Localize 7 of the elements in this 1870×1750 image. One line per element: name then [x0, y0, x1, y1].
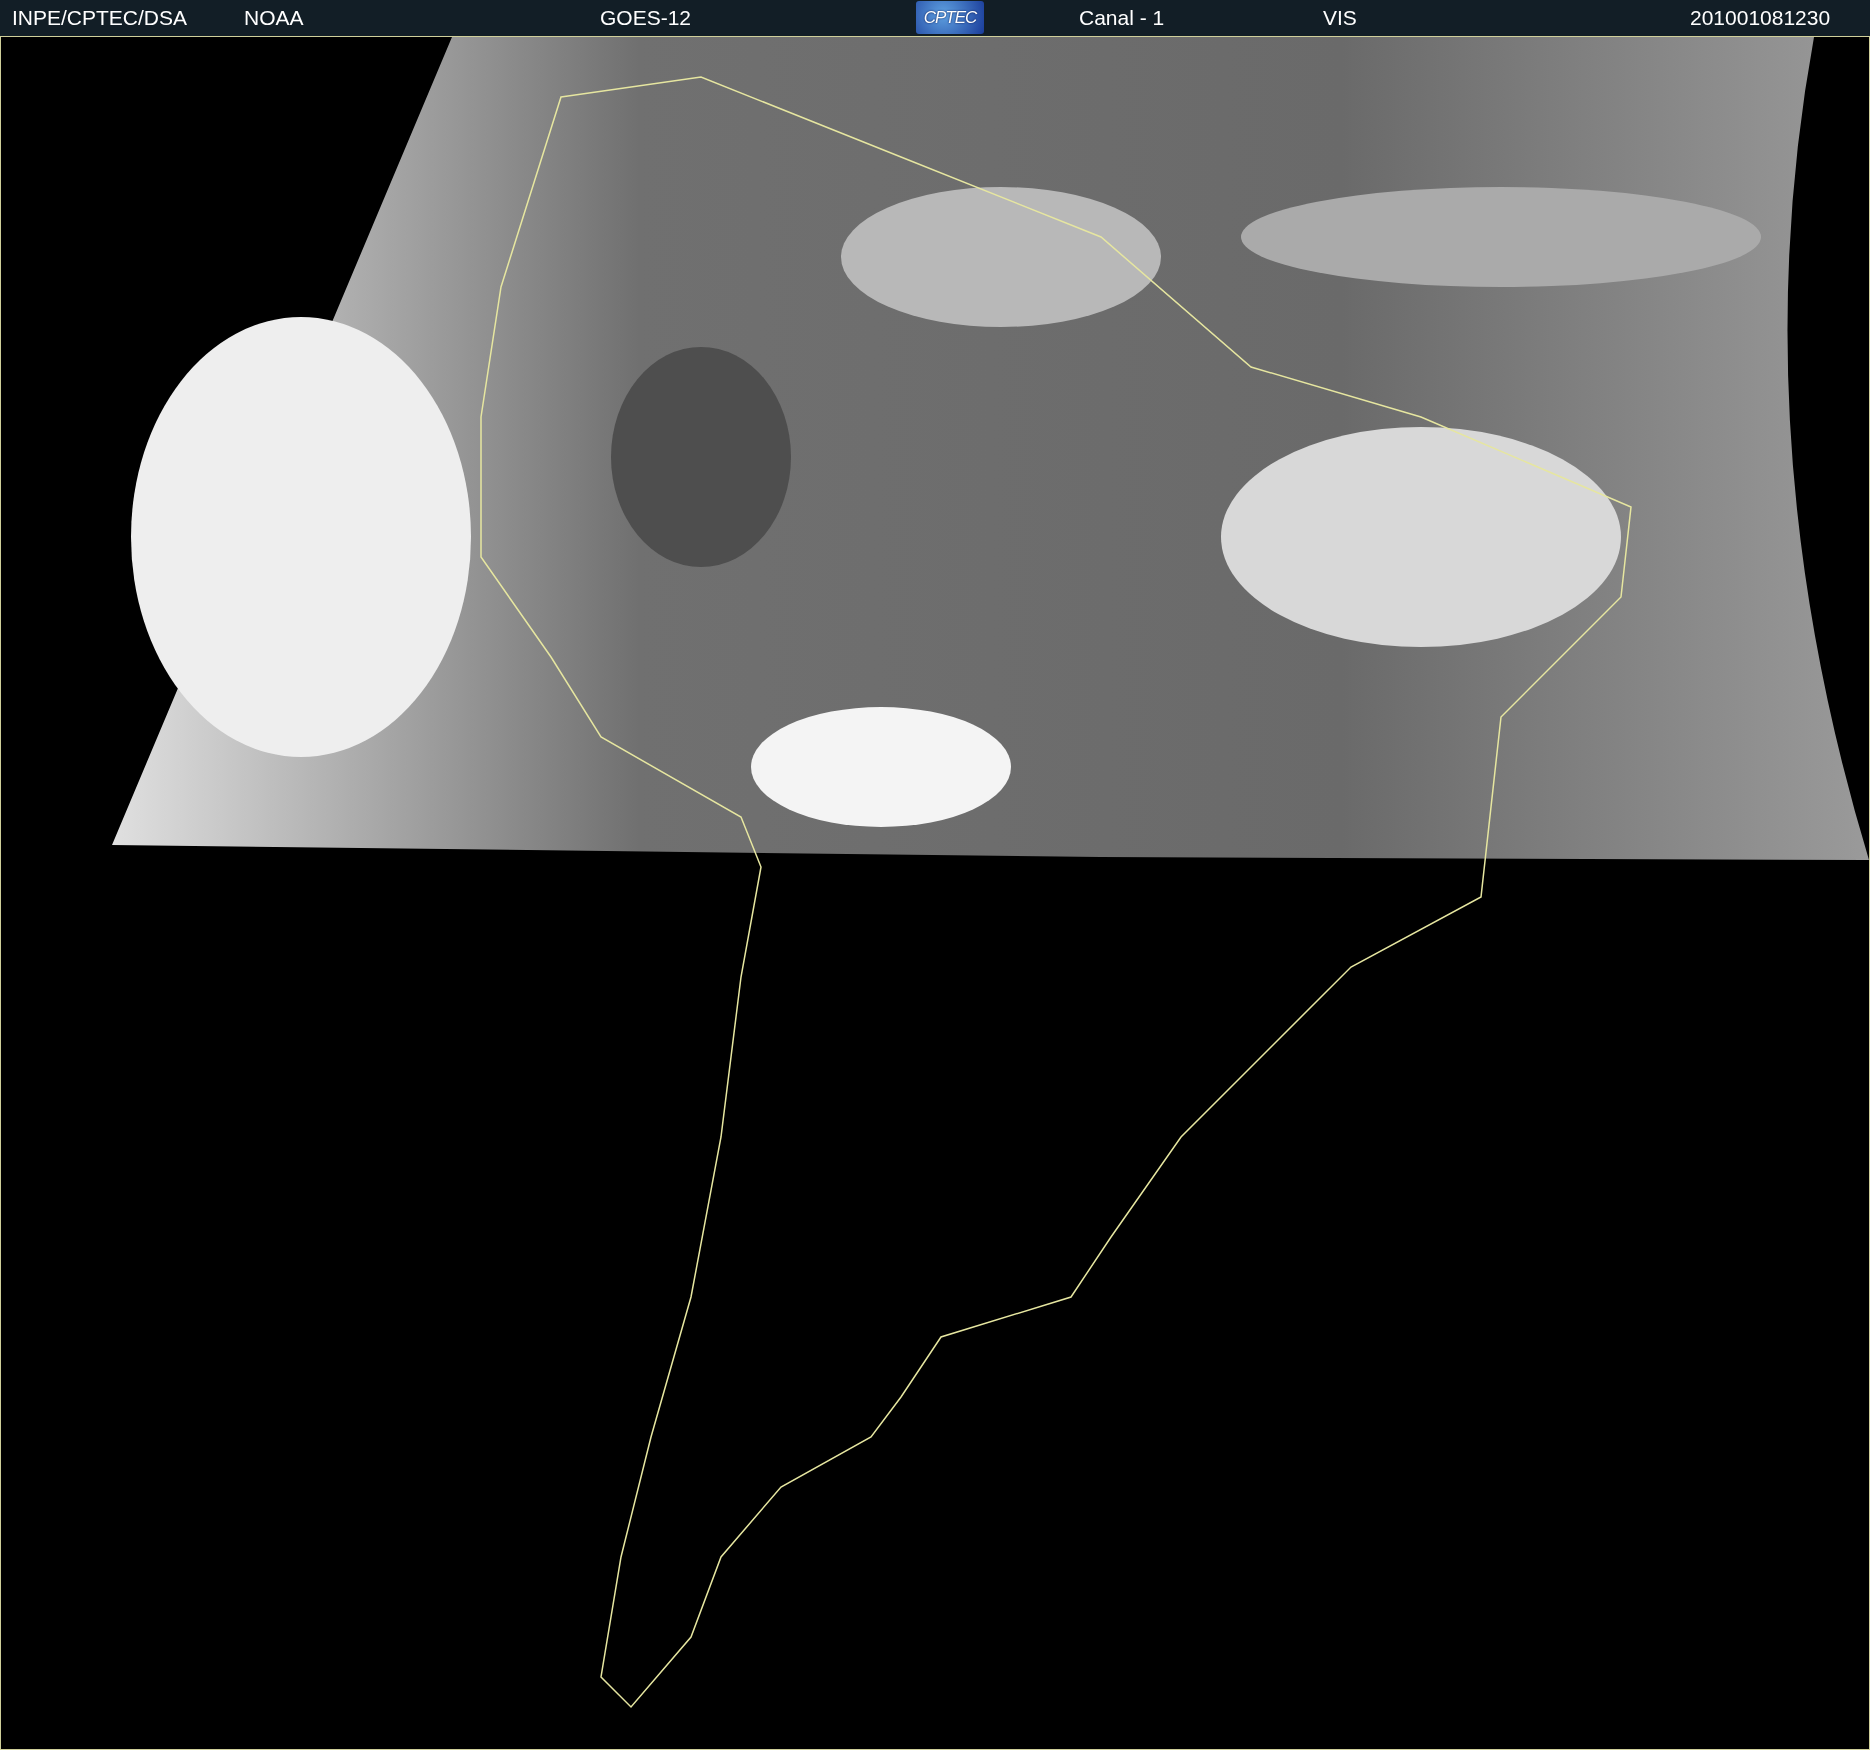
header-label: Canal - 1	[1079, 7, 1165, 29]
header-label: INPE/CPTEC/DSA	[12, 7, 188, 29]
header-label: GOES-12	[600, 7, 692, 29]
header-label: NOAA	[244, 7, 304, 29]
logo: CPTEC	[916, 1, 984, 34]
header-label: 201001081230	[1690, 7, 1831, 29]
header-label: VIS	[1323, 7, 1357, 29]
